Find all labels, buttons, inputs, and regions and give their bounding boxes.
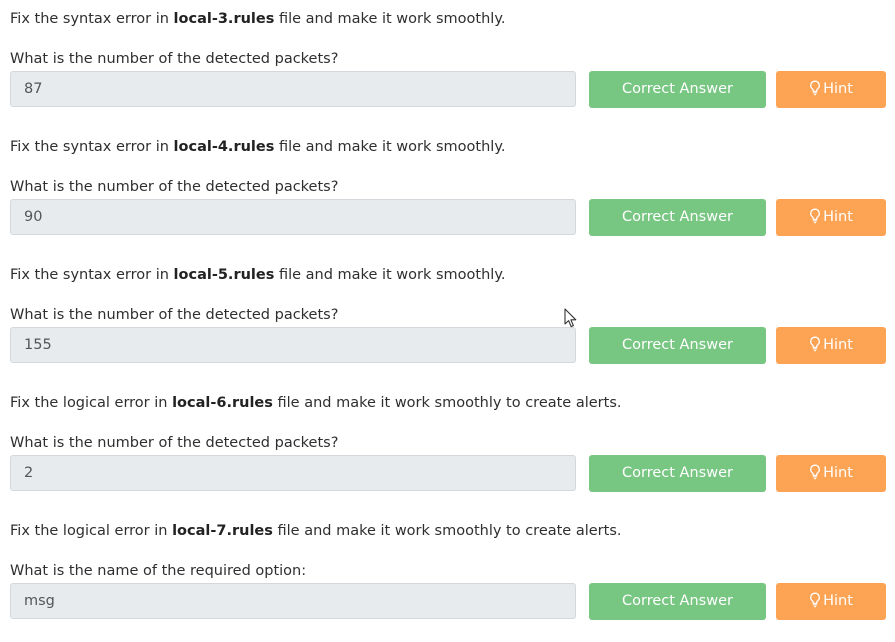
- task-local-5: Fix the syntax error in local-5.rules fi…: [10, 256, 886, 384]
- instruction-text: Fix the syntax error in: [10, 267, 174, 283]
- lightbulb-icon: [810, 80, 820, 96]
- instruction-text: file and make it work smoothly.: [274, 139, 506, 155]
- answer-field[interactable]: 90: [10, 199, 576, 235]
- lightbulb-icon: [810, 208, 820, 224]
- instruction-text: Fix the logical error in: [10, 395, 173, 411]
- lightbulb-icon: [810, 464, 820, 480]
- answer-field[interactable]: 87: [10, 71, 576, 107]
- task-instruction: Fix the syntax error in local-4.rules fi…: [10, 137, 505, 157]
- task-question: What is the number of the detected packe…: [10, 307, 339, 323]
- task-local-3: Fix the syntax error in local-3.rules fi…: [10, 0, 886, 128]
- instruction-text: file and make it work smoothly to create…: [272, 395, 622, 411]
- hint-button[interactable]: Hint: [776, 71, 886, 108]
- hint-button[interactable]: Hint: [776, 583, 886, 620]
- task-instruction: Fix the logical error in local-6.rules f…: [10, 393, 622, 413]
- task-question: What is the number of the detected packe…: [10, 435, 339, 451]
- instruction-text: Fix the logical error in: [10, 523, 173, 539]
- task-local-7: Fix the logical error in local-7.rules f…: [10, 512, 886, 640]
- task-instruction: Fix the syntax error in local-5.rules fi…: [10, 265, 505, 285]
- hint-label: Hint: [823, 593, 853, 609]
- answer-field[interactable]: 155: [10, 327, 576, 363]
- instruction-text: file and make it work smoothly to create…: [272, 523, 622, 539]
- rules-filename: local-4.rules: [173, 139, 275, 155]
- hint-label: Hint: [823, 337, 853, 353]
- hint-label: Hint: [823, 209, 853, 225]
- instruction-text: file and make it work smoothly.: [274, 11, 506, 27]
- lightbulb-icon: [810, 592, 820, 608]
- rules-filename: local-7.rules: [172, 523, 273, 539]
- task-instruction: Fix the logical error in local-7.rules f…: [10, 521, 622, 541]
- instruction-text: Fix the syntax error in: [10, 139, 174, 155]
- rules-filename: local-3.rules: [173, 11, 275, 27]
- lightbulb-icon: [810, 336, 820, 352]
- mouse-cursor-icon: [564, 308, 577, 328]
- rules-filename: local-6.rules: [172, 395, 273, 411]
- hint-button[interactable]: Hint: [776, 199, 886, 236]
- correct-answer-button[interactable]: Correct Answer: [589, 71, 766, 108]
- hint-button[interactable]: Hint: [776, 327, 886, 364]
- hint-button[interactable]: Hint: [776, 455, 886, 492]
- correct-answer-button[interactable]: Correct Answer: [589, 455, 766, 492]
- task-question: What is the number of the detected packe…: [10, 179, 339, 195]
- task-instruction: Fix the syntax error in local-3.rules fi…: [10, 9, 505, 29]
- task-question: What is the number of the detected packe…: [10, 51, 339, 67]
- hint-label: Hint: [823, 81, 853, 97]
- hint-label: Hint: [823, 465, 853, 481]
- task-question: What is the name of the required option:: [10, 563, 307, 579]
- instruction-text: Fix the syntax error in: [10, 11, 174, 27]
- correct-answer-button[interactable]: Correct Answer: [589, 327, 766, 364]
- rules-filename: local-5.rules: [173, 267, 275, 283]
- answer-field[interactable]: 2: [10, 455, 576, 491]
- instruction-text: file and make it work smoothly.: [274, 267, 506, 283]
- task-local-4: Fix the syntax error in local-4.rules fi…: [10, 128, 886, 256]
- correct-answer-button[interactable]: Correct Answer: [589, 583, 766, 620]
- answer-field[interactable]: msg: [10, 583, 576, 619]
- task-local-6: Fix the logical error in local-6.rules f…: [10, 384, 886, 512]
- correct-answer-button[interactable]: Correct Answer: [589, 199, 766, 236]
